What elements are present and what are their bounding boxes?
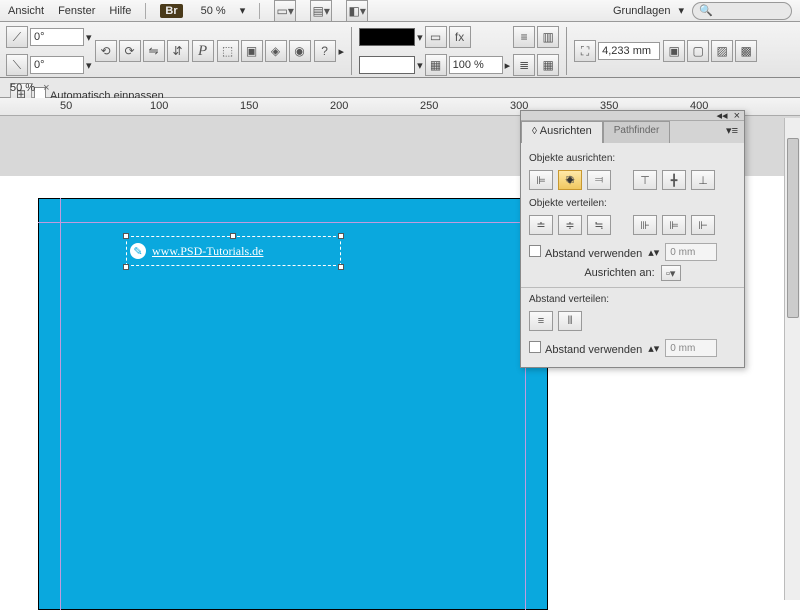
close-tab-icon[interactable]: × xyxy=(43,82,49,94)
zoom-level[interactable]: 50 % xyxy=(201,5,226,17)
selection-handle[interactable] xyxy=(230,233,236,239)
menu-fenster[interactable]: Fenster xyxy=(58,5,95,17)
align-to-label: Ausrichten an: xyxy=(584,267,654,279)
pen-icon: ✎ xyxy=(130,243,146,259)
align-top-icon[interactable]: ⊤ xyxy=(633,170,657,190)
distribute-bottom-icon[interactable]: ≒ xyxy=(587,215,611,235)
distribute-hcenter-icon[interactable]: ⊫ xyxy=(662,215,686,235)
frame-fit-icon[interactable]: ⛶ xyxy=(574,40,596,62)
opacity-field[interactable]: 100 % xyxy=(449,56,503,74)
ruler-tick: 200 xyxy=(330,100,348,112)
document-zoom-tab[interactable]: 50 % xyxy=(10,82,35,94)
opacity-icon[interactable]: ▦ xyxy=(425,54,447,76)
distribute-top-icon[interactable]: ≐ xyxy=(529,215,553,235)
search-input[interactable]: 🔍 xyxy=(692,2,792,20)
fit-frame-icon[interactable]: ▢ xyxy=(687,40,709,62)
select-prev-icon[interactable]: ◈ xyxy=(265,40,287,62)
scrollbar-thumb[interactable] xyxy=(787,138,799,318)
tab-pathfinder[interactable]: Pathfinder xyxy=(603,121,671,143)
paragraph-style-icon[interactable]: P xyxy=(192,40,214,62)
distribute-right-icon[interactable]: ⊩ xyxy=(691,215,715,235)
selection-handle[interactable] xyxy=(123,233,129,239)
flip-v-icon[interactable]: ⇵ xyxy=(167,40,189,62)
align-to-selector[interactable]: ▫▾ xyxy=(661,265,681,281)
divider xyxy=(351,27,352,75)
menu-hilfe[interactable]: Hilfe xyxy=(109,5,131,17)
workspace-switcher[interactable]: Grundlagen xyxy=(613,5,671,17)
distribute-left-icon[interactable]: ⊪ xyxy=(633,215,657,235)
ruler-tick: 150 xyxy=(240,100,258,112)
spacing-field[interactable]: 0 mm xyxy=(665,243,717,261)
text-align-icon[interactable]: ≡ xyxy=(513,26,535,48)
arrange-icon[interactable]: ◧▾ xyxy=(346,0,368,22)
section-align-objects: Objekte ausrichten: xyxy=(529,153,736,164)
use-spacing-checkbox-2[interactable]: Abstand verwenden xyxy=(529,341,642,356)
separator xyxy=(259,3,260,19)
guide-horizontal[interactable] xyxy=(38,222,548,223)
search-icon: 🔍 xyxy=(699,4,713,17)
url-text: www.PSD-Tutorials.de xyxy=(152,244,263,259)
stroke-swatch[interactable] xyxy=(359,56,415,74)
select-next-icon[interactable]: ◉ xyxy=(289,40,311,62)
angle-field-2[interactable]: 0° xyxy=(30,56,84,74)
center-content-icon[interactable]: ▨ xyxy=(711,40,733,62)
divider xyxy=(521,287,744,288)
select-content-icon[interactable]: ▣ xyxy=(241,40,263,62)
use-spacing-checkbox[interactable]: Abstand verwenden xyxy=(529,245,642,260)
align-left-icon[interactable]: ⊫ xyxy=(529,170,553,190)
select-container-icon[interactable]: ⬚ xyxy=(217,40,239,62)
menu-bar: Ansicht Fenster Hilfe Br 50 %▾ ▭▾ ▤▾ ◧▾ … xyxy=(0,0,800,22)
selection-handle[interactable] xyxy=(338,264,344,270)
rotate-ccw-icon[interactable]: ⟲ xyxy=(95,40,117,62)
distribute-hspace-icon[interactable]: ⦀ xyxy=(558,311,582,331)
text-wrap-icon[interactable]: ▦ xyxy=(537,54,559,76)
shear-y-icon[interactable]: ⟍ xyxy=(6,54,28,76)
screen-mode-icon[interactable]: ▭▾ xyxy=(274,0,296,22)
divider xyxy=(566,27,567,75)
vertical-scrollbar[interactable] xyxy=(784,118,800,600)
effects-icon[interactable]: fx xyxy=(449,26,471,48)
panel-menu-icon[interactable]: ▾≡ xyxy=(720,121,744,143)
bridge-button[interactable]: Br xyxy=(160,4,182,18)
align-hcenter-icon[interactable]: ⧉✦ xyxy=(558,170,582,190)
align-bottom-icon[interactable]: ⊥ xyxy=(691,170,715,190)
ruler-tick: 100 xyxy=(150,100,168,112)
stroke-weight-icon[interactable]: ▭ xyxy=(425,26,447,48)
spacing-field-2[interactable]: 0 mm xyxy=(665,339,717,357)
selected-text-frame[interactable]: ✎ www.PSD-Tutorials.de xyxy=(126,236,341,266)
selection-handle[interactable] xyxy=(123,264,129,270)
view-options-icon[interactable]: ▤▾ xyxy=(310,0,332,22)
help-icon[interactable]: ? xyxy=(314,40,336,62)
align-vcenter-icon[interactable]: ╋ xyxy=(662,170,686,190)
separator xyxy=(145,3,146,19)
measure-field[interactable]: 4,233 mm xyxy=(598,42,660,60)
distribute-vcenter-icon[interactable]: ≑ xyxy=(558,215,582,235)
angle-field-1[interactable]: 0° xyxy=(30,28,84,46)
control-toolbar: ⟋ 0°▾ ⟍ 0°▾ ⟲ ⟳ ⇋ ⇵ P ⬚ ▣ ◈ ◉ ?▸ ▾ ▭ fx … xyxy=(0,22,800,78)
stepper-icon[interactable]: ▴▾ xyxy=(648,342,659,355)
ruler-tick: 250 xyxy=(420,100,438,112)
close-panel-icon[interactable]: × xyxy=(734,110,740,122)
distribute-vspace-icon[interactable]: ≡ xyxy=(529,311,553,331)
rotate-cw-icon[interactable]: ⟳ xyxy=(119,40,141,62)
columns-icon[interactable]: ▥ xyxy=(537,26,559,48)
stepper-icon[interactable]: ▴▾ xyxy=(648,246,659,259)
selection-handle[interactable] xyxy=(338,233,344,239)
fill-swatch[interactable] xyxy=(359,28,415,46)
guide-vertical[interactable] xyxy=(60,198,61,610)
ruler-tick: 50 xyxy=(60,100,72,112)
fit-content-icon[interactable]: ▣ xyxy=(663,40,685,62)
menu-ansicht[interactable]: Ansicht xyxy=(8,5,44,17)
section-distribute-objects: Objekte verteilen: xyxy=(529,198,736,209)
panel-header[interactable]: ◂◂× xyxy=(521,111,744,121)
align-panel: ◂◂× ◊ Ausrichten Pathfinder ▾≡ Objekte a… xyxy=(520,110,745,368)
align-right-icon[interactable]: ⫤ xyxy=(587,170,611,190)
section-distribute-spacing: Abstand verteilen: xyxy=(529,294,736,305)
text-justify-icon[interactable]: ≣ xyxy=(513,54,535,76)
shear-x-icon[interactable]: ⟋ xyxy=(6,26,28,48)
fill-frame-icon[interactable]: ▩ xyxy=(735,40,757,62)
tab-ausrichten[interactable]: ◊ Ausrichten xyxy=(521,121,603,143)
flip-h-icon[interactable]: ⇋ xyxy=(143,40,165,62)
